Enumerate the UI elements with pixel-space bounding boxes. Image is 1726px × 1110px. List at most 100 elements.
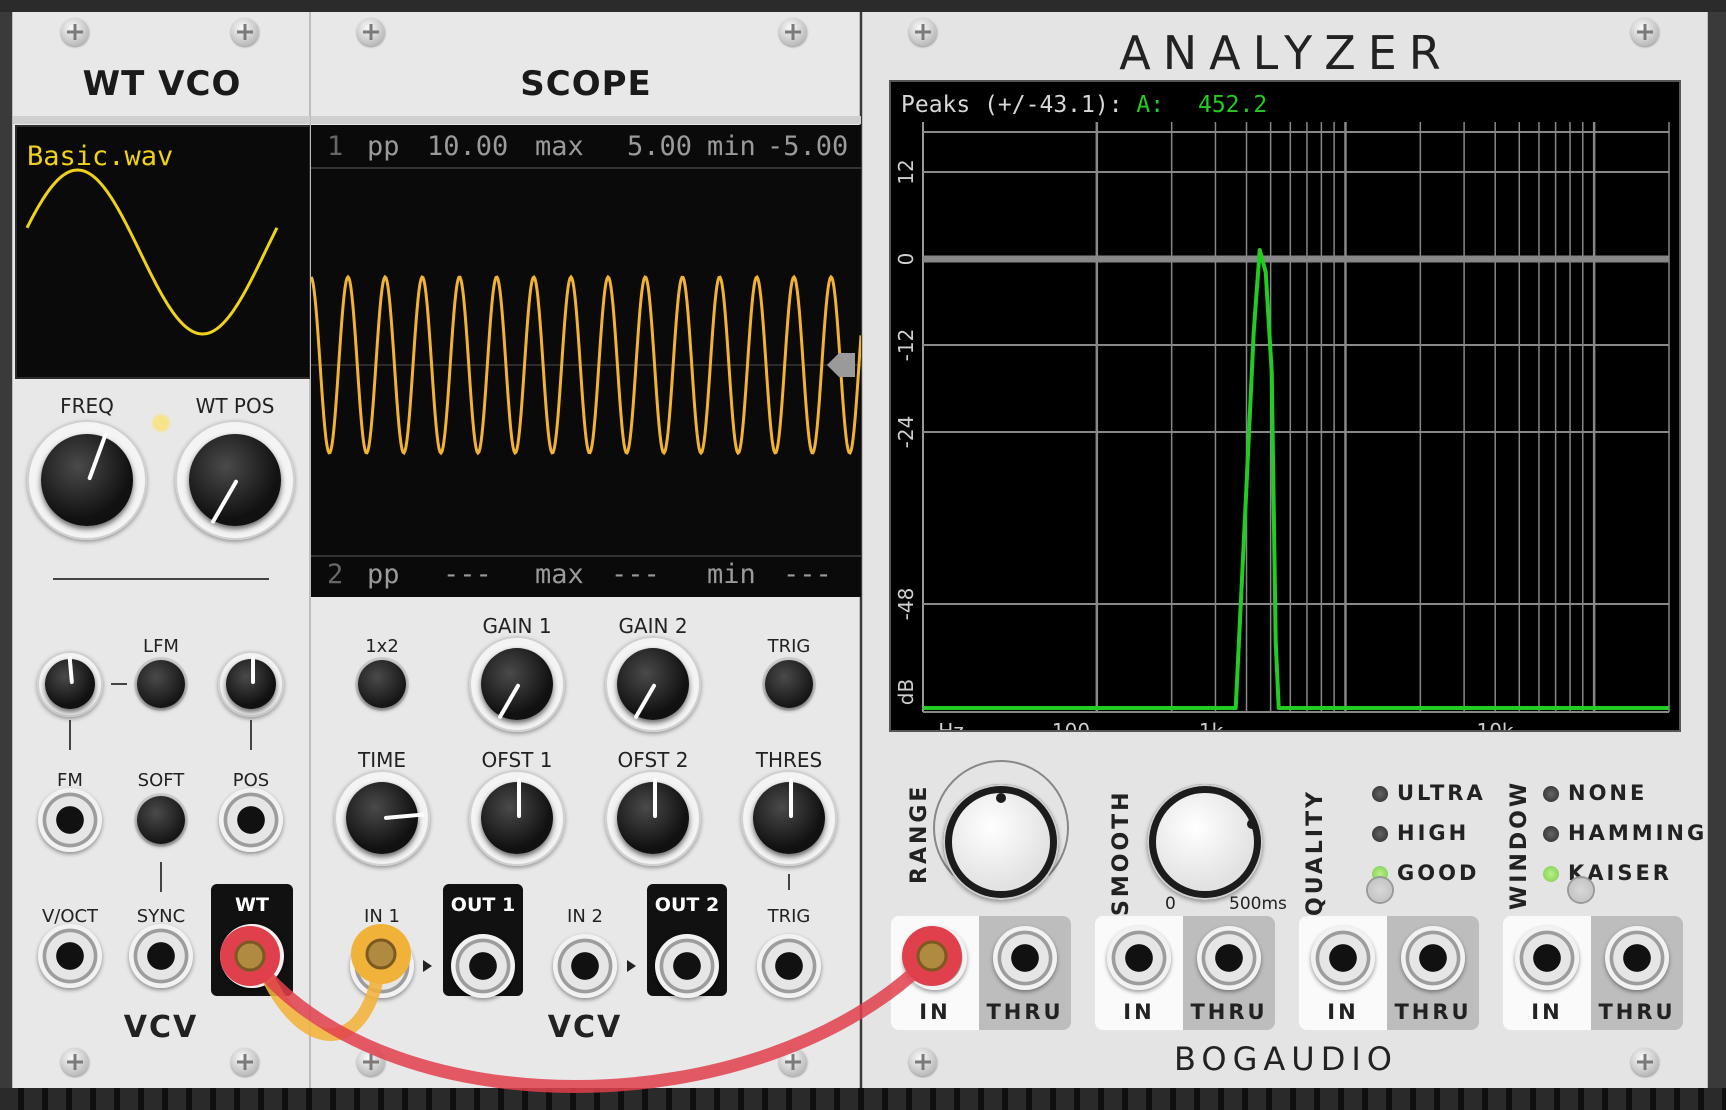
freq-label: FREQ bbox=[60, 394, 114, 418]
quality-option-ultra[interactable]: ULTRA bbox=[1397, 781, 1486, 805]
wtpos-knob[interactable] bbox=[175, 420, 295, 540]
link-line bbox=[69, 720, 71, 750]
window-led-hamming bbox=[1543, 826, 1559, 842]
in1-input-jack[interactable] bbox=[350, 934, 414, 998]
title-divider bbox=[13, 116, 311, 124]
spectrum-display: Peaks (+/-43.1): A: 452.2 12 0 -12 -24 -48 dB… bbox=[889, 80, 1681, 732]
pos-attenuator-knob[interactable] bbox=[218, 651, 284, 717]
smooth-min-label: 0 bbox=[1165, 894, 1176, 914]
out2-output-jack[interactable] bbox=[655, 934, 719, 998]
quality-option-high[interactable]: HIGH bbox=[1397, 821, 1469, 845]
soft-button[interactable] bbox=[137, 796, 185, 844]
lfm-button[interactable] bbox=[137, 660, 185, 708]
ch2-max-value: --- bbox=[611, 559, 660, 590]
in-label: IN bbox=[919, 1000, 951, 1024]
gain2-knob[interactable] bbox=[605, 636, 701, 732]
ch2-min-value: --- bbox=[783, 559, 832, 590]
freq-tick-label: 10k bbox=[1476, 719, 1513, 730]
analyzer-in-jack-4[interactable] bbox=[1515, 926, 1579, 990]
title-divider bbox=[311, 116, 861, 124]
window-option-none[interactable]: NONE bbox=[1568, 781, 1647, 805]
window-button[interactable] bbox=[1569, 878, 1593, 902]
screw-icon bbox=[357, 18, 385, 46]
in-label: IN bbox=[1327, 1000, 1359, 1024]
voct-input-jack[interactable] bbox=[38, 924, 102, 988]
in2-label: IN 2 bbox=[567, 906, 603, 927]
smooth-label: SMOOTH bbox=[1109, 789, 1134, 916]
screw-icon bbox=[357, 1048, 385, 1076]
ch2-pp-value: --- bbox=[443, 559, 492, 590]
quality-button[interactable] bbox=[1368, 878, 1392, 902]
in2-input-jack[interactable] bbox=[553, 934, 617, 998]
analyzer-in-jack-2[interactable] bbox=[1107, 926, 1171, 990]
thru-label: THRU bbox=[1394, 1000, 1472, 1024]
gain2-label: GAIN 2 bbox=[618, 614, 688, 638]
ch2-max-label: max bbox=[535, 559, 584, 590]
trig-input-label: TRIG bbox=[767, 906, 811, 927]
wt-output-jack[interactable] bbox=[220, 924, 284, 988]
analyzer-thru-jack-2[interactable] bbox=[1197, 926, 1261, 990]
module-title: SCOPE bbox=[520, 64, 652, 104]
smooth-knob[interactable] bbox=[1147, 784, 1263, 900]
screw-icon bbox=[909, 1048, 937, 1076]
vcv-logo: VCV bbox=[547, 1010, 623, 1045]
x12-button[interactable] bbox=[358, 660, 406, 708]
time-label: TIME bbox=[357, 748, 407, 772]
in-label: IN bbox=[1531, 1000, 1563, 1024]
out1-output-jack[interactable] bbox=[451, 934, 515, 998]
trigger-marker-icon bbox=[827, 353, 855, 377]
thres-knob[interactable] bbox=[741, 770, 837, 866]
screw-icon bbox=[779, 18, 807, 46]
db-tick-label: -48 bbox=[894, 588, 918, 621]
trig-button[interactable] bbox=[765, 660, 813, 708]
lfm-label: LFM bbox=[143, 636, 179, 657]
range-label: RANGE bbox=[907, 783, 932, 884]
pos-input-jack[interactable] bbox=[219, 788, 283, 852]
range-knob[interactable] bbox=[943, 784, 1059, 900]
analyzer-in-jack-3[interactable] bbox=[1311, 926, 1375, 990]
quality-option-good[interactable]: GOOD bbox=[1397, 861, 1479, 885]
link-line bbox=[111, 683, 127, 685]
wtpos-label: WT POS bbox=[195, 394, 275, 418]
sync-input-jack[interactable] bbox=[129, 924, 193, 988]
module-title: ANALYZER bbox=[1119, 26, 1453, 80]
freq-knob[interactable] bbox=[27, 420, 147, 540]
gain1-knob[interactable] bbox=[469, 636, 565, 732]
analyzer-thru-jack-1[interactable] bbox=[993, 926, 1057, 990]
x12-label: 1x2 bbox=[365, 636, 399, 657]
rack-rail-bottom bbox=[0, 1088, 1726, 1110]
db-tick-label: -12 bbox=[894, 329, 918, 362]
analyzer-thru-jack-3[interactable] bbox=[1401, 926, 1465, 990]
window-led-none bbox=[1543, 786, 1559, 802]
in-label: IN bbox=[1123, 1000, 1155, 1024]
screw-icon bbox=[231, 1048, 259, 1076]
spectrum-trace bbox=[923, 248, 1669, 710]
soft-label: SOFT bbox=[137, 770, 185, 791]
wavetable-display: Basic.wav bbox=[15, 125, 311, 379]
link-line bbox=[788, 874, 790, 890]
wt-vco-led bbox=[153, 415, 169, 431]
db-tick-label: -24 bbox=[894, 416, 918, 449]
analyzer-thru-jack-4[interactable] bbox=[1605, 926, 1669, 990]
time-knob[interactable] bbox=[334, 770, 430, 866]
fm-attenuator-knob[interactable] bbox=[37, 651, 103, 717]
quality-led-ultra bbox=[1372, 786, 1388, 802]
freq-tick-label: 100 bbox=[1052, 719, 1090, 730]
jack-group-1: IN THRU bbox=[891, 916, 1071, 1030]
jack-group-4: IN THRU bbox=[1503, 916, 1683, 1030]
trig-input-jack[interactable] bbox=[757, 934, 821, 998]
fm-input-jack[interactable] bbox=[38, 788, 102, 852]
thru-label: THRU bbox=[1598, 1000, 1676, 1024]
quality-led-high bbox=[1372, 826, 1388, 842]
window-option-hamming[interactable]: HAMMING bbox=[1568, 821, 1707, 845]
ch2-pp-label: pp bbox=[367, 559, 400, 590]
ofst1-knob[interactable] bbox=[469, 770, 565, 866]
analyzer-module: ANALYZER Peaks (+/-43.1): A: 452.2 12 0 -1… bbox=[862, 12, 1708, 1088]
jack-group-3: IN THRU bbox=[1299, 916, 1479, 1030]
analyzer-in-jack-1[interactable] bbox=[903, 926, 967, 990]
screw-icon bbox=[779, 1048, 807, 1076]
ofst2-knob[interactable] bbox=[605, 770, 701, 866]
scope-display: 1 pp 10.00 max 5.00 min -5.00 2 pp --- m… bbox=[311, 125, 861, 597]
wavetable-waveform bbox=[25, 168, 279, 336]
link-line bbox=[250, 720, 252, 750]
